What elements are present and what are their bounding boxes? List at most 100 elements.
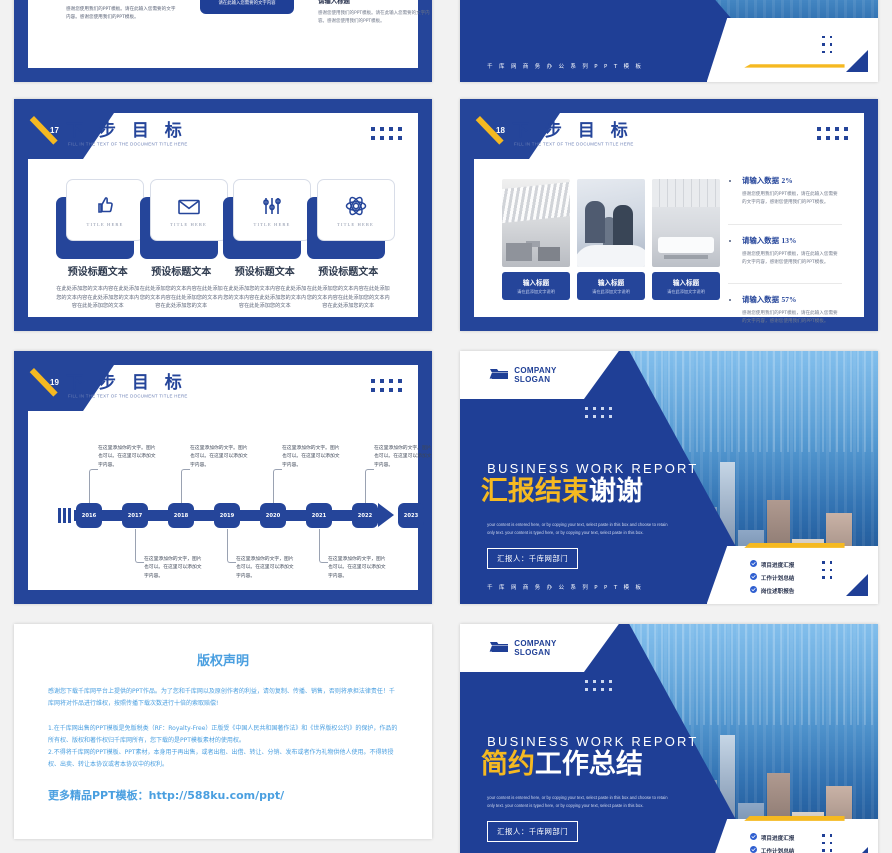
photo-thumbnail — [577, 179, 645, 267]
card-body: 在此处添加您的文本内容在此处添加您的文本内容在此处添加您的文本内容在此处添加您的… — [139, 286, 223, 310]
timeline-node[interactable]: 2022 — [352, 503, 378, 528]
timeline-arrow-head — [378, 503, 394, 527]
page-title: 下 步 目 标 — [512, 121, 633, 141]
timeline-callout: 在这里添加你的文字，图片也可以。在这里可以添加文字内容。 — [236, 557, 294, 579]
slide-canvas: 17 下 步 目 标 FILL IN THE TEXT OF THE DOCUM… — [28, 113, 418, 317]
stat-heading: 请输入数据 2% — [742, 175, 842, 186]
photo-caption-title: 输入标题 — [522, 279, 550, 287]
card-face[interactable]: TITLE HERE — [316, 179, 395, 241]
photo-column[interactable]: 输入标题 请在此添加文字说明 — [502, 179, 570, 300]
list-item[interactable]: 工作计划总结 — [749, 573, 794, 582]
blue-corner-triangle — [845, 50, 868, 73]
timeline-node[interactable]: 2017 — [122, 503, 148, 528]
icon-card[interactable]: TITLE HERE 预设标题文本 在此处添加您的文本内容在此处添加您的文本内容… — [139, 179, 228, 311]
photo-caption-button[interactable]: 输入标题 请在此添加文字说明 — [652, 272, 720, 300]
copyright-paragraph-3: 2.不得将千库网的PPT模板、PPT素材，本身用于再出售，或者出租、出借、转让、… — [48, 749, 394, 769]
slide-frame: 感谢您使用我们的PPT模板。请在此输入您需要的文字内容。感谢您使用我们的PPT模… — [14, 0, 432, 82]
stat-heading: 请输入数据 57% — [742, 294, 842, 305]
timeline-node[interactable]: 2020 — [260, 503, 286, 528]
slide-partial-top-left[interactable]: 感谢您使用我们的PPT模板。请在此输入您需要的文字内容。感谢您使用我们的PPT模… — [14, 0, 432, 82]
slide-copyright-notice[interactable]: 版权声明 感谢您下载千库网平台上提供的PPT作品。为了您和千库网以及原创作者的利… — [14, 624, 432, 839]
stat-body: 感谢您使用我们的PPT模板，请在此输入您需要的文字内容，感谢您使用我们的PPT模… — [742, 311, 838, 325]
slide-canvas: 19 下 步 目 标 FILL IN THE TEXT OF THE DOCUM… — [28, 365, 432, 590]
icon-card[interactable]: TITLE HERE 预设标题文本 在此处添加您的文本内容在此处添加您的文本内容… — [223, 179, 311, 311]
checklist-label: 工作计划总结 — [760, 848, 795, 853]
timeline-node[interactable]: 2019 — [214, 503, 240, 528]
cover-headline: 简约工作总结 — [480, 748, 643, 780]
copyright-canvas: 版权声明 感谢您下载千库网平台上提供的PPT作品。为了您和千库网以及原创作者的利… — [14, 624, 432, 839]
callout-leader-line — [227, 529, 236, 563]
stat-value: 57% — [781, 295, 797, 305]
card-tile-label: TITLE HERE — [253, 221, 291, 227]
timeline-node[interactable]: 2018 — [168, 503, 194, 528]
slide-18-next-goals-photos[interactable]: 18 下 步 目 标 FILL IN THE TEXT OF THE DOCUM… — [460, 99, 878, 331]
stat-value: 2% — [781, 176, 793, 185]
timeline-start-ticks — [58, 508, 72, 523]
partial-left-paragraph: 感谢您使用我们的PPT模板。请在此输入您需要的文字内容。感谢您使用我们的PPT模… — [66, 7, 176, 21]
checklist-label: 项目进度汇报 — [760, 562, 795, 569]
partial-right-paragraph: 感谢您使用我们的PPT模板。请在此输入您需要的文字内容。感谢您使用我们的PPT模… — [318, 11, 430, 25]
card-tile-label: TITLE HERE — [86, 221, 124, 227]
blue-corner-triangle — [845, 574, 868, 597]
header-dots-decoration — [371, 379, 402, 392]
list-item[interactable]: 请输入数据 13% 感谢您使用我们的PPT模板，请在此输入您需要的文字内容，感谢… — [728, 223, 842, 276]
more-templates-link[interactable]: 更多精品PPT模板：http://588ku.com/ppt/ — [48, 787, 398, 803]
presenter-badge[interactable]: 汇报人：千库网部门 — [487, 821, 579, 843]
photo-caption-button[interactable]: 输入标题 请在此添加文字说明 — [502, 272, 570, 300]
icon-card[interactable]: TITLE HERE 预设标题文本 在此处添加您的文本内容在此处添加您的文本内容… — [306, 179, 395, 311]
card-tile-label: TITLE HERE — [337, 221, 374, 227]
cover-footer: 千 库 网 商 务 办 公 系 列 P P T 模 板 — [487, 585, 644, 592]
photo-thumbnail — [652, 179, 720, 267]
slide-canvas: 感谢您使用我们的PPT模板。请在此输入您需要的文字内容。感谢您使用我们的PPT模… — [28, 0, 430, 68]
cover-canvas: COMPANY SLOGAN BUSINESS WORK REPORT 汇报结束… — [460, 351, 878, 604]
folder-icon — [489, 365, 509, 386]
copyright-paragraph-2: 1.在千库网出售的PPT模板是免版税类（RF：Royalty-Free）正版受《… — [48, 724, 398, 744]
headline-accent: 简约 — [480, 748, 535, 780]
timeline-node[interactable]: 2016 — [76, 503, 102, 528]
card-body: 在此处添加您的文本内容在此处添加您的文本内容在此处添加您的文本内容在此处添加您的… — [56, 286, 140, 310]
icon-card[interactable]: TITLE HERE 预设标题文本 在此处添加您的文本内容在此处添加您的文本内容… — [56, 179, 144, 311]
blue-corner-triangle — [845, 847, 868, 853]
slide-partial-top-right[interactable]: your content is entered here, or by copy… — [460, 0, 878, 82]
timeline-node[interactable]: 2021 — [306, 503, 332, 528]
presenter-badge[interactable]: 汇报人：千库网部门 — [487, 548, 579, 570]
slide-frame: 18 下 步 目 标 FILL IN THE TEXT OF THE DOCUM… — [460, 99, 878, 331]
panel-dots-decoration — [822, 834, 833, 852]
list-item[interactable]: 项目进度汇报 — [749, 833, 794, 842]
check-circle-icon — [749, 573, 757, 582]
thumbs-up-icon — [93, 194, 117, 218]
slide-19-next-goals-timeline[interactable]: 19 下 步 目 标 FILL IN THE TEXT OF THE DOCUM… — [14, 351, 432, 604]
photo-column[interactable]: 输入标题 请在此添加文字说明 — [652, 179, 720, 300]
photo-caption-title: 输入标题 — [672, 279, 700, 287]
slide-cover-summary[interactable]: COMPANY SLOGAN BUSINESS WORK REPORT 简约工作… — [460, 624, 878, 853]
slide-frame: 17 下 步 目 标 FILL IN THE TEXT OF THE DOCUM… — [14, 99, 432, 331]
yellow-accent-bar — [744, 64, 845, 68]
slide-number: 17 — [50, 126, 59, 135]
timeline-node[interactable]: 2023 — [398, 503, 424, 528]
bullet-icon — [729, 299, 731, 302]
slide-cover-thanks[interactable]: COMPANY SLOGAN BUSINESS WORK REPORT 汇报结束… — [460, 351, 878, 604]
cover-canvas: COMPANY SLOGAN BUSINESS WORK REPORT 简约工作… — [460, 624, 878, 853]
list-item[interactable]: 岗位述职报告 — [749, 586, 794, 595]
card-heading: 预设标题文本 — [234, 267, 295, 278]
timeline-callout: 在这里添加你的文字，图片也可以。在这里可以添加文字内容。 — [328, 557, 386, 579]
photo-caption-button[interactable]: 输入标题 请在此添加文字说明 — [577, 272, 645, 300]
page-title: 下 步 目 标 — [66, 121, 187, 141]
list-item[interactable]: 请输入数据 57% 感谢您使用我们的PPT模板，请在此输入您需要的文字内容，感谢… — [728, 283, 842, 331]
photo-column[interactable]: 输入标题 请在此添加文字说明 — [577, 179, 645, 300]
slide-17-next-goals-icons[interactable]: 17 下 步 目 标 FILL IN THE TEXT OF THE DOCUM… — [14, 99, 432, 331]
cover-lede: your content is entered here, or by copy… — [487, 794, 668, 808]
list-item[interactable]: 请输入数据 2% 感谢您使用我们的PPT模板，请在此输入您需要的文字内容，感谢您… — [728, 175, 842, 216]
atom-icon — [344, 194, 368, 218]
card-face[interactable]: TITLE HERE — [66, 179, 144, 241]
photo-column-group: 输入标题 请在此添加文字说明 输入标题 请在此添加文字说明 输入标题 请在此添加… — [502, 179, 720, 300]
list-item[interactable]: 项目进度汇报 — [749, 560, 795, 569]
yellow-accent-bar — [744, 542, 845, 548]
card-face[interactable]: TITLE HERE — [233, 179, 311, 241]
timeline-callout: 在这里添加你的文字，图片也可以。在这里可以添加文字内容。 — [144, 557, 202, 579]
card-face[interactable]: TITLE HERE — [149, 179, 228, 241]
sliders-icon — [260, 194, 284, 218]
cover-dots-decoration — [585, 406, 613, 418]
photo-caption-subtitle: 请在此添加文字说明 — [517, 289, 555, 294]
list-item[interactable]: 工作计划总结 — [749, 846, 795, 853]
